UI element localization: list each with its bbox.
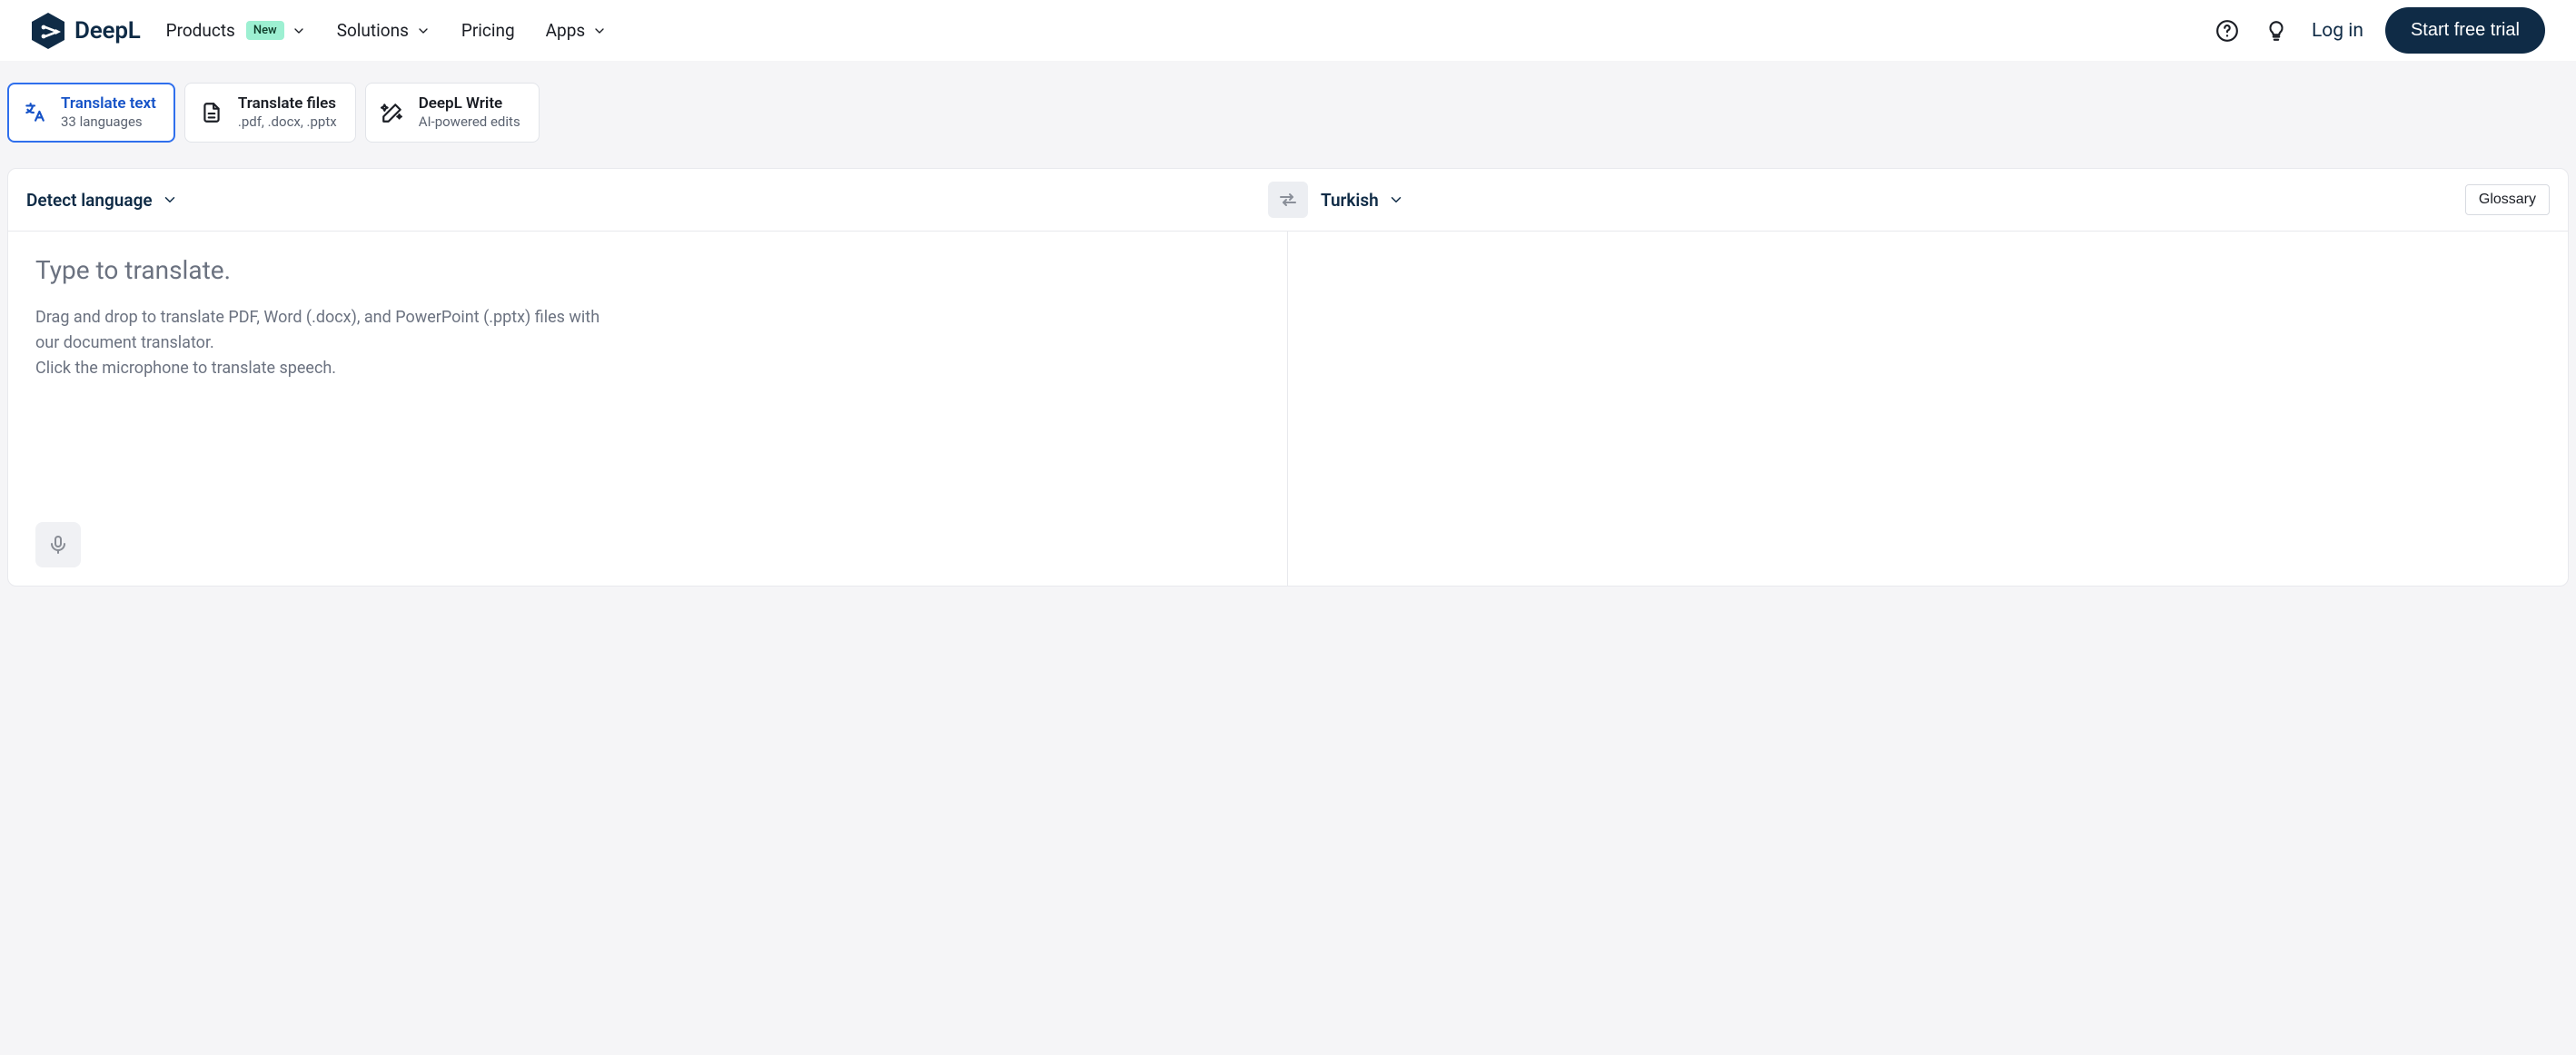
- nav-products[interactable]: Products New: [166, 20, 306, 41]
- source-text-pane[interactable]: Type to translate. Drag and drop to tran…: [8, 232, 1288, 586]
- nav-products-label: Products: [166, 20, 235, 41]
- source-placeholder: Type to translate.: [35, 255, 1260, 285]
- help-icon: [2215, 19, 2239, 43]
- start-trial-button[interactable]: Start free trial: [2385, 7, 2545, 54]
- logo-text: DeepL: [74, 17, 141, 44]
- target-language-select[interactable]: Turkish: [1321, 190, 1404, 211]
- nav-apps[interactable]: Apps: [546, 20, 608, 41]
- header-right: Log in Start free trial: [2214, 7, 2545, 54]
- hint-line-1: Drag and drop to translate PDF, Word (.d…: [35, 305, 617, 356]
- nav-apps-label: Apps: [546, 20, 586, 41]
- chevron-down-icon: [416, 24, 431, 38]
- nav-solutions-label: Solutions: [337, 20, 409, 41]
- mode-title: Translate text: [61, 94, 156, 113]
- target-language-label: Turkish: [1321, 190, 1379, 211]
- magic-wand-icon: [381, 101, 404, 124]
- help-button[interactable]: [2214, 17, 2241, 44]
- main-nav: Products New Solutions Pricing Apps: [166, 20, 608, 41]
- chevron-down-icon: [292, 24, 306, 38]
- chevron-down-icon: [592, 24, 607, 38]
- language-bar: Detect language: [8, 169, 2568, 232]
- microphone-icon: [47, 534, 69, 556]
- mode-tabs: Translate text 33 languages Translate fi…: [7, 83, 2569, 143]
- mode-translate-text[interactable]: Translate text 33 languages: [7, 83, 175, 143]
- microphone-button[interactable]: [35, 522, 81, 567]
- swap-icon: [1277, 189, 1299, 211]
- lightbulb-icon: [2264, 19, 2288, 43]
- badge-new: New: [246, 21, 284, 40]
- chevron-down-icon: [1388, 192, 1404, 208]
- logo-icon: [31, 12, 65, 50]
- glossary-button[interactable]: Glossary: [2465, 184, 2550, 215]
- nav-solutions[interactable]: Solutions: [337, 20, 431, 41]
- mode-translate-files[interactable]: Translate files .pdf, .docx, .pptx: [184, 83, 356, 143]
- file-icon: [200, 101, 223, 124]
- mode-subtitle: .pdf, .docx, .pptx: [238, 113, 337, 131]
- hint-line-2: Click the microphone to translate speech…: [35, 356, 617, 381]
- page-body: Translate text 33 languages Translate fi…: [0, 61, 2576, 1055]
- mode-subtitle: AI-powered edits: [419, 113, 520, 131]
- target-text-pane: [1288, 232, 2568, 586]
- mode-deepl-write[interactable]: DeepL Write AI-powered edits: [365, 83, 540, 143]
- app-header: DeepL Products New Solutions Pricing App…: [0, 0, 2576, 61]
- hint-button[interactable]: [2263, 17, 2290, 44]
- mode-title: DeepL Write: [419, 94, 520, 113]
- translator-panes: Type to translate. Drag and drop to tran…: [8, 232, 2568, 586]
- source-language-select[interactable]: Detect language: [26, 190, 178, 211]
- mode-subtitle: 33 languages: [61, 113, 156, 131]
- nav-pricing-label: Pricing: [461, 20, 515, 41]
- nav-pricing[interactable]: Pricing: [461, 20, 515, 41]
- chevron-down-icon: [162, 192, 178, 208]
- swap-languages-button[interactable]: [1268, 182, 1308, 218]
- translate-icon: [23, 101, 46, 124]
- logo[interactable]: DeepL: [31, 12, 141, 50]
- source-language-label: Detect language: [26, 190, 153, 211]
- login-link[interactable]: Log in: [2312, 20, 2363, 42]
- hint-text: Drag and drop to translate PDF, Word (.d…: [35, 305, 617, 381]
- translator-panel: Detect language: [7, 168, 2569, 587]
- mode-title: Translate files: [238, 94, 337, 113]
